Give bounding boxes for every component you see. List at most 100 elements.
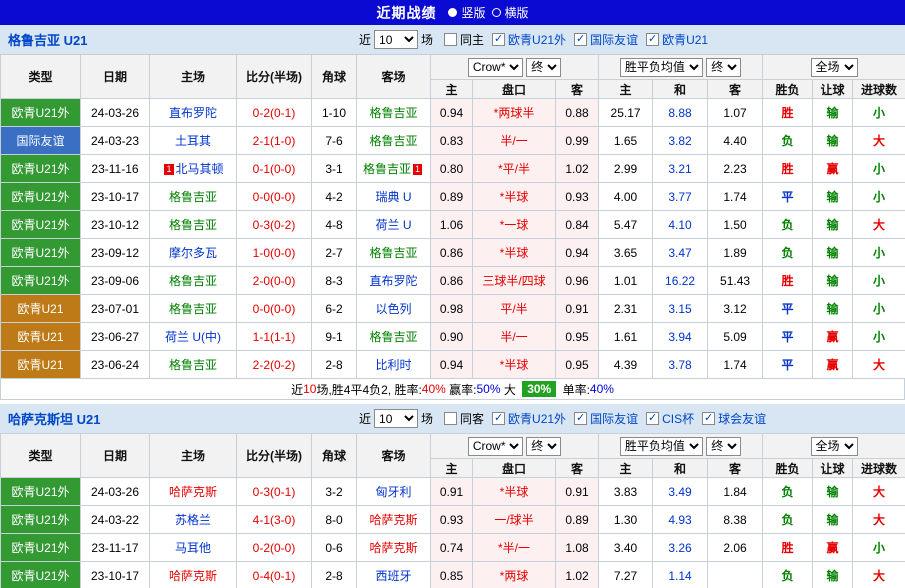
asia-final-select[interactable]: 终 xyxy=(526,436,562,456)
team-name[interactable]: 格鲁吉亚 xyxy=(369,330,417,344)
team-name[interactable]: 格鲁吉亚 xyxy=(169,274,217,288)
league-filter[interactable]: ✓ 国际友谊 xyxy=(574,31,638,48)
home-team-cell[interactable]: 苏格兰 xyxy=(149,505,237,534)
away-team-cell[interactable]: 西班牙 xyxy=(356,561,431,588)
team-name[interactable]: 匈牙利 xyxy=(375,485,411,499)
recent-count-select[interactable]: 10 xyxy=(374,30,419,49)
league-filter[interactable]: ✓ CIS杯 xyxy=(646,410,694,427)
europe-final-select[interactable]: 终 xyxy=(706,57,742,77)
away-team-cell[interactable]: 以色列 xyxy=(356,294,431,323)
checkbox-icon[interactable] xyxy=(444,412,458,425)
radio-horizontal-icon[interactable] xyxy=(491,8,501,17)
team-name[interactable]: 西班牙 xyxy=(375,569,411,583)
team-name[interactable]: 直布罗陀 xyxy=(369,274,417,288)
europe-avg-select[interactable]: 胜平负均值 xyxy=(619,57,703,77)
bookmaker-select[interactable]: Crow* xyxy=(467,57,523,77)
vertical-view-option[interactable]: 竖版 xyxy=(461,4,485,21)
team-name[interactable]: 苏格兰 xyxy=(175,513,211,527)
score-cell[interactable]: 0-1(0-0) xyxy=(236,154,312,183)
league-filter[interactable]: ✓ 欧青U21外 xyxy=(492,31,566,48)
team-name[interactable]: 格鲁吉亚 xyxy=(369,246,417,260)
away-team-cell[interactable]: 哈萨克斯 xyxy=(356,505,431,534)
team-name[interactable]: 摩尔多瓦 xyxy=(169,246,217,260)
scope-select[interactable]: 全场 xyxy=(810,57,858,77)
home-team-cell[interactable]: 土耳其 xyxy=(149,126,237,155)
away-team-cell[interactable]: 匈牙利 xyxy=(356,477,431,506)
away-team-cell[interactable]: 比利时 xyxy=(356,350,431,379)
team-name[interactable]: 哈萨克斯 xyxy=(169,485,217,499)
checkbox-icon[interactable]: ✓ xyxy=(492,412,506,425)
home-team-cell[interactable]: 格鲁吉亚 xyxy=(149,294,237,323)
score-cell[interactable]: 0-3(0-2) xyxy=(236,210,312,239)
checkbox-icon[interactable]: ✓ xyxy=(646,33,660,46)
score-cell[interactable]: 2-2(0-2) xyxy=(236,350,312,379)
away-team-cell[interactable]: 格鲁吉亚 1 xyxy=(356,154,431,183)
checkbox-icon[interactable]: ✓ xyxy=(646,412,660,425)
score-cell[interactable]: 0-2(0-0) xyxy=(236,533,312,562)
league-filter[interactable]: ✓ 国际友谊 xyxy=(574,410,638,427)
team-name[interactable]: 荷兰 U xyxy=(375,218,411,232)
checkbox-icon[interactable]: ✓ xyxy=(702,412,716,425)
away-team-cell[interactable]: 直布罗陀 xyxy=(356,266,431,295)
score-cell[interactable]: 1-0(0-0) xyxy=(236,238,312,267)
bookmaker-select[interactable]: Crow* xyxy=(467,436,523,456)
league-filter[interactable]: ✓ 欧青U21外 xyxy=(492,410,566,427)
team-name[interactable]: 哈萨克斯 xyxy=(369,541,417,555)
home-team-cell[interactable]: 摩尔多瓦 xyxy=(149,238,237,267)
team-name[interactable]: 格鲁吉亚 xyxy=(169,218,217,232)
score-cell[interactable]: 0-3(0-1) xyxy=(236,477,312,506)
team-name[interactable]: 格鲁吉亚 xyxy=(363,162,411,176)
home-team-cell[interactable]: 格鲁吉亚 xyxy=(149,210,237,239)
europe-final-select[interactable]: 终 xyxy=(706,436,742,456)
recent-count-select[interactable]: 10 xyxy=(374,409,419,428)
away-team-cell[interactable]: 格鲁吉亚 xyxy=(356,322,431,351)
home-team-cell[interactable]: 格鲁吉亚 xyxy=(149,350,237,379)
team-name[interactable]: 格鲁吉亚 xyxy=(169,190,217,204)
team-name[interactable]: 哈萨克斯 xyxy=(369,513,417,527)
same-side-filter[interactable]: 同主 xyxy=(444,31,484,48)
radio-vertical-icon[interactable] xyxy=(448,8,458,17)
team-name[interactable]: 格鲁吉亚 xyxy=(369,106,417,120)
score-cell[interactable]: 2-1(1-0) xyxy=(236,126,312,155)
team-name[interactable]: 哈萨克斯 xyxy=(169,569,217,583)
checkbox-icon[interactable] xyxy=(444,33,458,46)
team-name[interactable]: 北马其顿 xyxy=(176,162,224,176)
league-filter[interactable]: ✓ 欧青U21 xyxy=(646,31,708,48)
score-cell[interactable]: 0-2(0-1) xyxy=(236,98,312,127)
team-name[interactable]: 瑞典 U xyxy=(375,190,411,204)
away-team-cell[interactable]: 哈萨克斯 xyxy=(356,533,431,562)
team-name[interactable]: 格鲁吉亚 xyxy=(369,134,417,148)
horizontal-view-option[interactable]: 横版 xyxy=(505,4,529,21)
home-team-cell[interactable]: 哈萨克斯 xyxy=(149,477,237,506)
team-name[interactable]: 格鲁吉亚 xyxy=(169,302,217,316)
team-name[interactable]: 以色列 xyxy=(375,302,411,316)
scope-select[interactable]: 全场 xyxy=(810,436,858,456)
same-side-filter[interactable]: 同客 xyxy=(444,410,484,427)
home-team-cell[interactable]: 直布罗陀 xyxy=(149,98,237,127)
asia-final-select[interactable]: 终 xyxy=(526,57,562,77)
home-team-cell[interactable]: 马耳他 xyxy=(149,533,237,562)
home-team-cell[interactable]: 1 北马其顿 xyxy=(149,154,237,183)
away-team-cell[interactable]: 格鲁吉亚 xyxy=(356,238,431,267)
checkbox-icon[interactable]: ✓ xyxy=(574,33,588,46)
checkbox-icon[interactable]: ✓ xyxy=(492,33,506,46)
score-cell[interactable]: 0-0(0-0) xyxy=(236,294,312,323)
team-name[interactable]: 格鲁吉亚 xyxy=(169,358,217,372)
away-team-cell[interactable]: 瑞典 U xyxy=(356,182,431,211)
away-team-cell[interactable]: 荷兰 U xyxy=(356,210,431,239)
home-team-cell[interactable]: 格鲁吉亚 xyxy=(149,182,237,211)
home-team-cell[interactable]: 格鲁吉亚 xyxy=(149,266,237,295)
europe-avg-select[interactable]: 胜平负均值 xyxy=(619,436,703,456)
score-cell[interactable]: 0-0(0-0) xyxy=(236,182,312,211)
score-cell[interactable]: 0-4(0-1) xyxy=(236,561,312,588)
team-name[interactable]: 土耳其 xyxy=(175,134,211,148)
score-cell[interactable]: 1-1(1-1) xyxy=(236,322,312,351)
home-team-cell[interactable]: 荷兰 U(中) xyxy=(149,322,237,351)
away-team-cell[interactable]: 格鲁吉亚 xyxy=(356,126,431,155)
score-cell[interactable]: 2-0(0-0) xyxy=(236,266,312,295)
team-name[interactable]: 比利时 xyxy=(375,358,411,372)
home-team-cell[interactable]: 哈萨克斯 xyxy=(149,561,237,588)
checkbox-icon[interactable]: ✓ xyxy=(574,412,588,425)
score-cell[interactable]: 4-1(3-0) xyxy=(236,505,312,534)
team-name[interactable]: 荷兰 U(中) xyxy=(165,330,221,344)
